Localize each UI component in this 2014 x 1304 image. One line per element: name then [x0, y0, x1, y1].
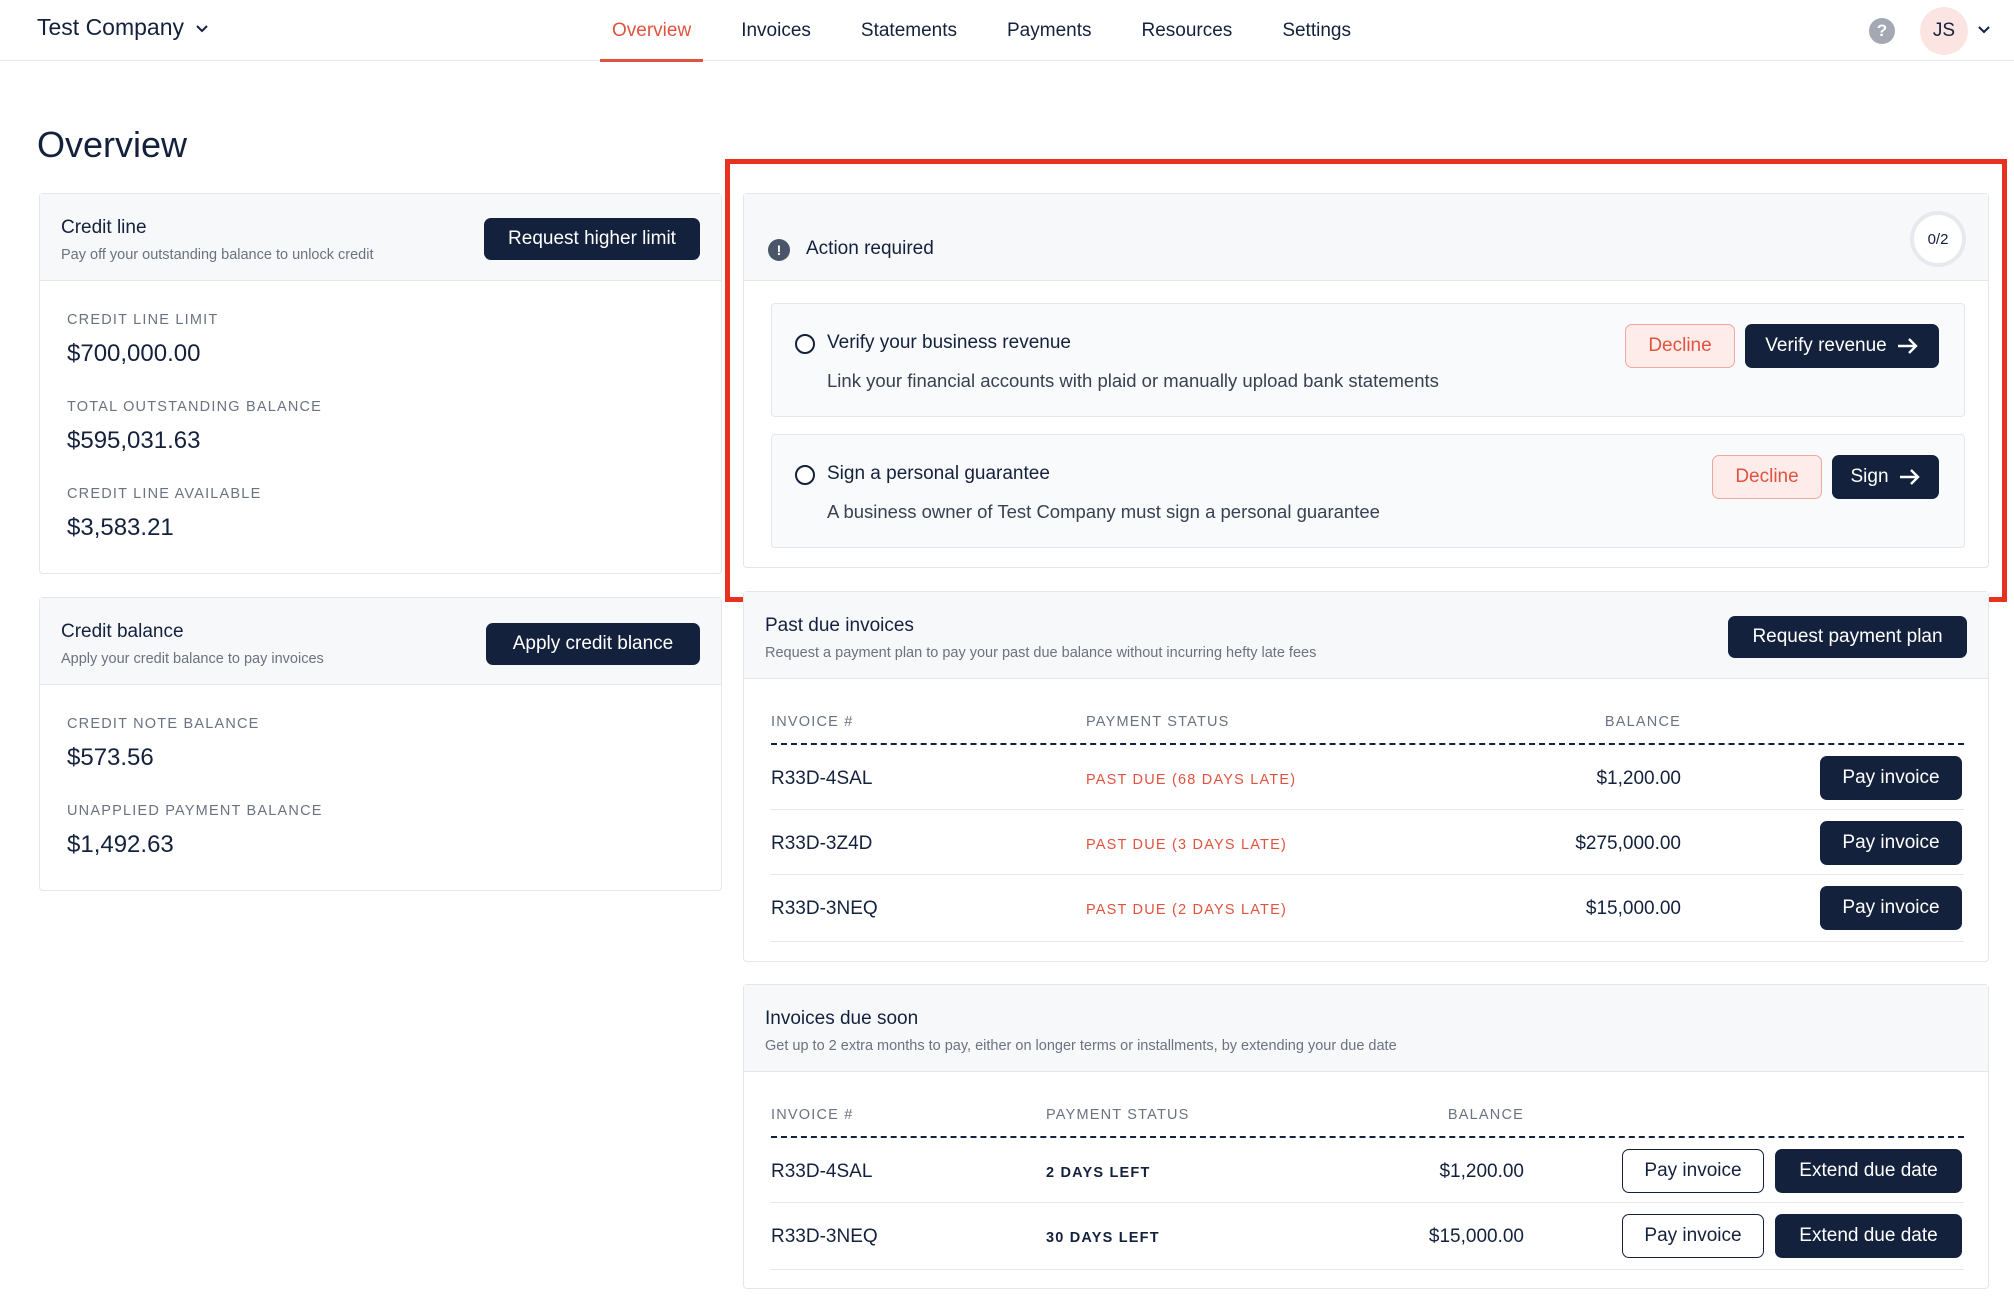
tab-statements[interactable]: Statements — [849, 0, 969, 61]
column-header-invoice: INVOICE # — [771, 1107, 854, 1123]
invoice-number[interactable]: R33D-3Z4D — [771, 833, 872, 855]
stat-value: $3,583.21 — [67, 514, 174, 541]
invoice-number[interactable]: R33D-4SAL — [771, 768, 872, 790]
help-icon[interactable]: ? — [1869, 18, 1895, 44]
table-divider — [771, 1136, 1964, 1138]
credit-line-card: Credit line Pay off your outstanding bal… — [39, 193, 722, 574]
table-divider — [771, 743, 1964, 745]
row-divider — [771, 1269, 1964, 1270]
chevron-down-icon — [196, 24, 208, 32]
column-header-status: PAYMENT STATUS — [1046, 1107, 1190, 1123]
pay-invoice-button[interactable]: Pay invoice — [1820, 821, 1962, 865]
stat-value: $700,000.00 — [67, 340, 201, 367]
credit-balance-card: Credit balance Apply your credit balance… — [39, 597, 722, 891]
company-switcher[interactable]: Test Company — [37, 14, 210, 41]
stat-value: $1,492.63 — [67, 831, 174, 858]
credit-line-header: Credit line Pay off your outstanding bal… — [40, 194, 721, 281]
payment-status: 30 DAYS LEFT — [1046, 1230, 1160, 1246]
due-soon-header: Invoices due soon Get up to 2 extra mont… — [744, 985, 1988, 1072]
tab-invoices[interactable]: Invoices — [729, 0, 823, 61]
main-tabs: Overview Invoices Statements Payments Re… — [600, 0, 1389, 62]
tab-payments[interactable]: Payments — [995, 0, 1103, 61]
stat-value: $573.56 — [67, 744, 154, 771]
column-header-status: PAYMENT STATUS — [1086, 714, 1230, 730]
invoice-number[interactable]: R33D-4SAL — [771, 1161, 872, 1183]
column-header-balance: BALANCE — [1604, 714, 1681, 730]
balance: $15,000.00 — [1428, 1226, 1524, 1247]
stat-value: $595,031.63 — [67, 427, 201, 454]
tab-settings[interactable]: Settings — [1270, 0, 1363, 61]
invoice-number[interactable]: R33D-3NEQ — [771, 1226, 878, 1248]
balance: $275,000.00 — [1575, 833, 1681, 854]
credit-balance-header: Credit balance Apply your credit balance… — [40, 598, 721, 685]
balance: $1,200.00 — [1596, 768, 1681, 789]
balance: $15,000.00 — [1585, 898, 1681, 919]
payment-status: PAST DUE (2 DAYS LATE) — [1086, 902, 1287, 918]
pay-invoice-button[interactable]: Pay invoice — [1820, 756, 1962, 800]
company-name: Test Company — [37, 14, 185, 40]
card-subtitle: Get up to 2 extra months to pay, either … — [765, 1038, 1397, 1054]
apply-credit-balance-button[interactable]: Apply credit blance — [486, 623, 700, 665]
tab-overview[interactable]: Overview — [600, 0, 704, 62]
payment-status: 2 DAYS LEFT — [1046, 1165, 1151, 1181]
row-divider — [771, 1202, 1964, 1203]
card-title: Invoices due soon — [765, 1008, 919, 1029]
avatar[interactable]: JS — [1920, 7, 1968, 55]
invoice-number[interactable]: R33D-3NEQ — [771, 898, 878, 920]
extend-due-date-button[interactable]: Extend due date — [1775, 1149, 1962, 1193]
stat-label: UNAPPLIED PAYMENT BALANCE — [67, 803, 323, 819]
row-divider — [771, 809, 1964, 810]
highlight-box — [725, 159, 2007, 602]
past-due-invoices-card: Past due invoices Request a payment plan… — [743, 591, 1989, 962]
balance: $1,200.00 — [1439, 1161, 1524, 1182]
request-higher-limit-button[interactable]: Request higher limit — [484, 218, 700, 260]
pay-invoice-button[interactable]: Pay invoice — [1622, 1214, 1764, 1258]
column-header-balance: BALANCE — [1447, 1107, 1524, 1123]
past-due-header: Past due invoices Request a payment plan… — [744, 592, 1988, 679]
pay-invoice-button[interactable]: Pay invoice — [1820, 886, 1962, 930]
extend-due-date-button[interactable]: Extend due date — [1775, 1214, 1962, 1258]
stat-label: CREDIT NOTE BALANCE — [67, 716, 260, 732]
stat-label: CREDIT LINE AVAILABLE — [67, 486, 262, 502]
invoices-due-soon-card: Invoices due soon Get up to 2 extra mont… — [743, 984, 1989, 1289]
row-divider — [771, 874, 1964, 875]
tab-resources[interactable]: Resources — [1129, 0, 1244, 61]
payment-status: PAST DUE (68 DAYS LATE) — [1086, 772, 1297, 788]
stat-label: CREDIT LINE LIMIT — [67, 312, 219, 328]
chevron-down-icon[interactable] — [1976, 21, 1992, 37]
request-payment-plan-button[interactable]: Request payment plan — [1728, 616, 1967, 658]
row-divider — [771, 941, 1964, 942]
column-header-invoice: INVOICE # — [771, 714, 854, 730]
top-navigation-bar: Test Company Overview Invoices Statement… — [0, 0, 2014, 62]
page-title: Overview — [37, 124, 188, 165]
payment-status: PAST DUE (3 DAYS LATE) — [1086, 837, 1287, 853]
pay-invoice-button[interactable]: Pay invoice — [1622, 1149, 1764, 1193]
stat-label: TOTAL OUTSTANDING BALANCE — [67, 399, 323, 415]
